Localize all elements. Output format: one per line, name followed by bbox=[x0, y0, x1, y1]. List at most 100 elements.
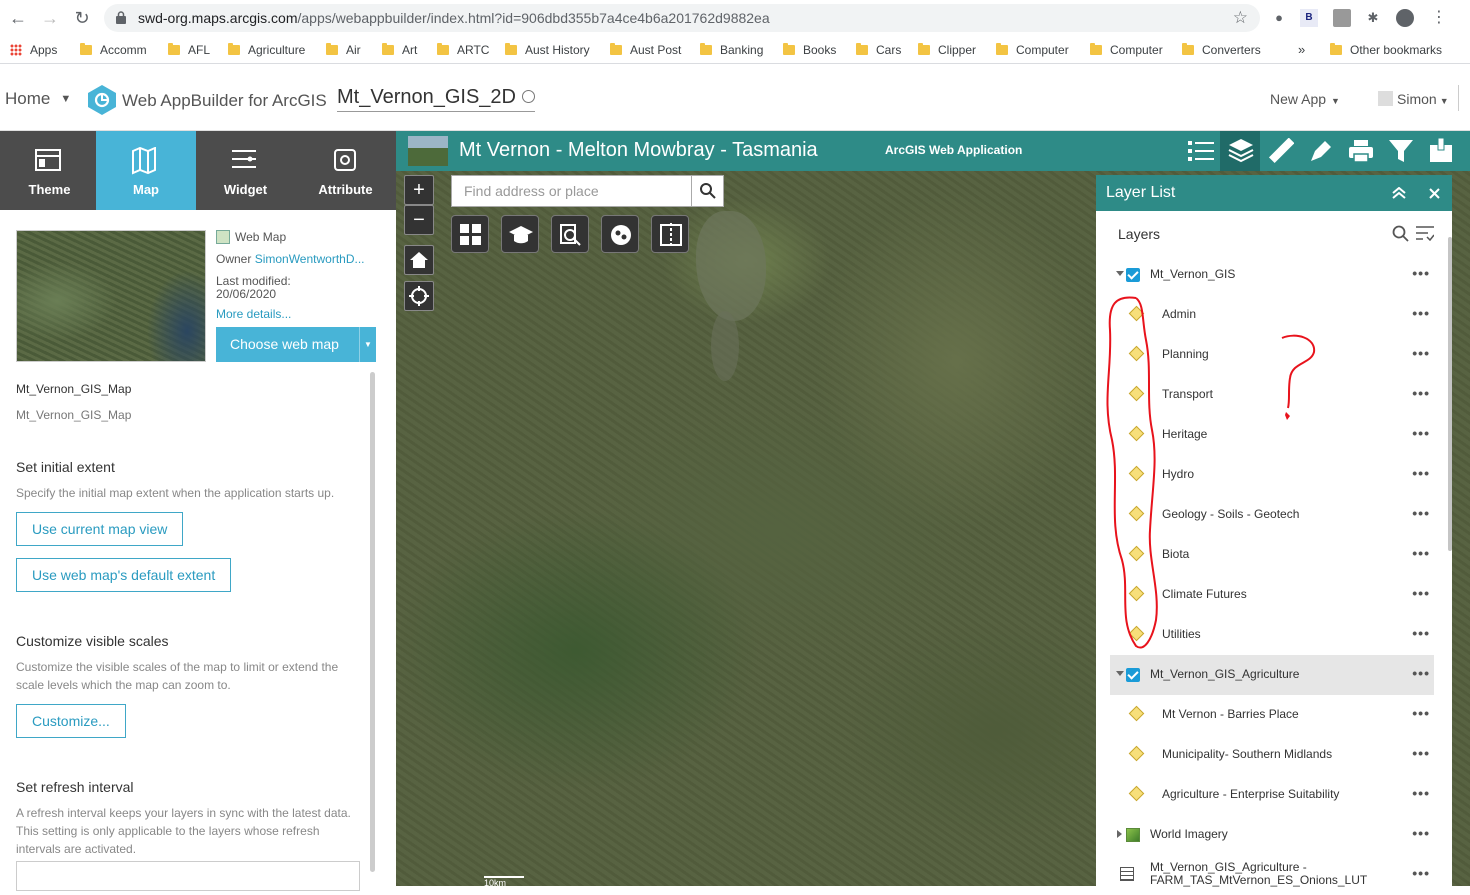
zoom-out-button[interactable]: − bbox=[404, 205, 434, 235]
layer-menu-icon[interactable]: ••• bbox=[1412, 625, 1430, 641]
expand-caret-icon[interactable] bbox=[1117, 830, 1122, 838]
collapse-chevrons-icon[interactable] bbox=[1392, 187, 1406, 199]
use-current-map-view-button[interactable]: Use current map view bbox=[16, 512, 184, 546]
new-app-menu[interactable]: New App ▼ bbox=[1270, 91, 1340, 107]
search-icon[interactable] bbox=[1392, 225, 1409, 242]
bitwarden-extension-icon[interactable]: B bbox=[1300, 9, 1318, 27]
layer-menu-icon[interactable]: ••• bbox=[1412, 865, 1430, 881]
layer-row[interactable]: Mt_Vernon_GIS_Agriculture - FARM_TAS_MtVe… bbox=[1110, 855, 1434, 895]
home-menu[interactable]: Home ▼ bbox=[5, 89, 71, 109]
layer-menu-icon[interactable]: ••• bbox=[1412, 265, 1430, 281]
widget-grid-button[interactable] bbox=[451, 215, 489, 253]
refresh-interval-input[interactable] bbox=[16, 861, 360, 891]
use-default-extent-button[interactable]: Use web map's default extent bbox=[16, 558, 232, 592]
tab-attribute[interactable]: Attribute bbox=[296, 131, 395, 210]
options-list-icon[interactable] bbox=[1416, 225, 1434, 241]
layer-group-row[interactable]: Mt_Vernon_GIS_Agriculture ••• bbox=[1110, 655, 1434, 695]
layer-row[interactable]: World Imagery ••• bbox=[1110, 815, 1434, 855]
layer-menu-icon[interactable]: ••• bbox=[1412, 465, 1430, 481]
folder-icon bbox=[382, 43, 394, 55]
widget-education-button[interactable] bbox=[501, 215, 539, 253]
bookmark-folder[interactable]: Banking bbox=[700, 42, 763, 58]
bookmark-folder[interactable]: Converters bbox=[1182, 42, 1261, 58]
forward-icon[interactable]: → bbox=[40, 8, 60, 28]
reload-icon[interactable]: ↻ bbox=[72, 8, 92, 28]
puzzle-extensions-icon[interactable]: ✱ bbox=[1364, 9, 1382, 27]
layer-menu-icon[interactable]: ••• bbox=[1412, 825, 1430, 841]
layer-row[interactable]: Municipality- Southern Midlands ••• bbox=[1110, 735, 1434, 775]
my-location-button[interactable] bbox=[404, 281, 434, 311]
tab-widget[interactable]: Widget bbox=[196, 131, 295, 210]
bookmark-folder[interactable]: Air bbox=[326, 42, 361, 58]
layer-row[interactable]: Mt Vernon - Barries Place ••• bbox=[1110, 695, 1434, 735]
bookmark-folder[interactable]: Agriculture bbox=[228, 42, 305, 58]
more-bookmarks-chevron[interactable]: » bbox=[1298, 42, 1305, 58]
bookmark-folder[interactable]: Clipper bbox=[918, 42, 976, 58]
layer-checkbox[interactable] bbox=[1126, 268, 1140, 282]
tab-map[interactable]: Map bbox=[96, 131, 196, 210]
layer-menu-icon[interactable]: ••• bbox=[1412, 505, 1430, 521]
widget-analysis-button[interactable] bbox=[601, 215, 639, 253]
user-menu[interactable]: Simon ▼ bbox=[1378, 91, 1449, 107]
widget-query-button[interactable] bbox=[551, 215, 589, 253]
address-bar[interactable]: swd-org.maps.arcgis.com/apps/webappbuild… bbox=[104, 4, 1260, 32]
expand-caret-icon[interactable] bbox=[1116, 271, 1124, 276]
bookmark-folder[interactable]: Computer bbox=[996, 42, 1069, 58]
more-details-link[interactable]: More details... bbox=[216, 307, 291, 321]
app-name[interactable]: Mt_Vernon_GIS_2D bbox=[337, 86, 535, 112]
bookmark-apps[interactable]: Apps bbox=[10, 42, 57, 58]
bookmark-folder[interactable]: ARTC bbox=[437, 42, 489, 58]
layer-menu-icon[interactable]: ••• bbox=[1412, 745, 1430, 761]
tab-theme[interactable]: Theme bbox=[0, 131, 99, 210]
zoom-in-button[interactable]: + bbox=[404, 175, 434, 205]
layer-menu-icon[interactable]: ••• bbox=[1412, 785, 1430, 801]
bookmark-star-icon[interactable]: ☆ bbox=[1233, 8, 1248, 28]
layer-menu-icon[interactable]: ••• bbox=[1412, 665, 1430, 681]
measure-tool[interactable] bbox=[1260, 131, 1300, 171]
edit-tool[interactable] bbox=[1300, 131, 1340, 171]
layer-row[interactable]: Agriculture - Enterprise Suitability ••• bbox=[1110, 775, 1434, 815]
layer-group-row[interactable]: Mt_Vernon_GIS ••• bbox=[1110, 255, 1434, 295]
layer-menu-icon[interactable]: ••• bbox=[1412, 425, 1430, 441]
other-bookmarks[interactable]: Other bookmarks bbox=[1330, 42, 1442, 58]
profile-avatar-icon[interactable] bbox=[1396, 9, 1414, 27]
folder-icon bbox=[700, 43, 712, 55]
chrome-menu-icon[interactable]: ⋮ bbox=[1430, 9, 1448, 27]
bookmark-folder[interactable]: Books bbox=[783, 42, 836, 58]
bookmark-folder[interactable]: Cars bbox=[856, 42, 901, 58]
search-input[interactable]: Find address or place bbox=[451, 175, 692, 207]
layer-list-tool[interactable] bbox=[1220, 131, 1260, 171]
expand-caret-icon[interactable] bbox=[1116, 671, 1124, 676]
bookmark-folder[interactable]: Aust History bbox=[505, 42, 590, 58]
layer-menu-icon[interactable]: ••• bbox=[1412, 705, 1430, 721]
bookmark-folder[interactable]: Aust Post bbox=[610, 42, 681, 58]
choose-web-map-button[interactable]: Choose web map ▼ bbox=[216, 327, 376, 362]
layer-menu-icon[interactable]: ••• bbox=[1412, 345, 1430, 361]
extension-2-icon[interactable] bbox=[1333, 9, 1351, 27]
layer-checkbox[interactable] bbox=[1126, 668, 1140, 682]
layer-menu-icon[interactable]: ••• bbox=[1412, 585, 1430, 601]
owner-link[interactable]: SimonWentworthD... bbox=[255, 252, 365, 266]
imagery-layer-icon[interactable] bbox=[1126, 828, 1140, 842]
layer-menu-icon[interactable]: ••• bbox=[1412, 385, 1430, 401]
print-tool[interactable] bbox=[1340, 131, 1380, 171]
bookmark-folder[interactable]: Accomm bbox=[80, 42, 147, 58]
builder-tabs: Theme Map Widget Attribute bbox=[0, 131, 396, 210]
layer-menu-icon[interactable]: ••• bbox=[1412, 545, 1430, 561]
legend-tool[interactable] bbox=[1180, 131, 1220, 171]
bookmark-folder[interactable]: Art bbox=[382, 42, 417, 58]
panel-scrollbar[interactable] bbox=[370, 372, 375, 872]
home-extent-button[interactable] bbox=[404, 245, 434, 275]
extension-icon[interactable]: ● bbox=[1270, 9, 1288, 27]
widget-swipe-button[interactable] bbox=[651, 215, 689, 253]
customize-button[interactable]: Customize... bbox=[16, 704, 126, 738]
close-icon[interactable] bbox=[1429, 188, 1440, 199]
filter-tool[interactable] bbox=[1380, 131, 1420, 171]
bookmark-folder[interactable]: Computer bbox=[1090, 42, 1163, 58]
search-button[interactable] bbox=[691, 175, 724, 207]
layer-menu-icon[interactable]: ••• bbox=[1412, 305, 1430, 321]
add-data-tool[interactable] bbox=[1420, 131, 1460, 171]
layer-list-scrollbar[interactable] bbox=[1448, 237, 1452, 551]
bookmark-folder[interactable]: AFL bbox=[168, 42, 210, 58]
back-icon[interactable]: ← bbox=[8, 8, 28, 28]
